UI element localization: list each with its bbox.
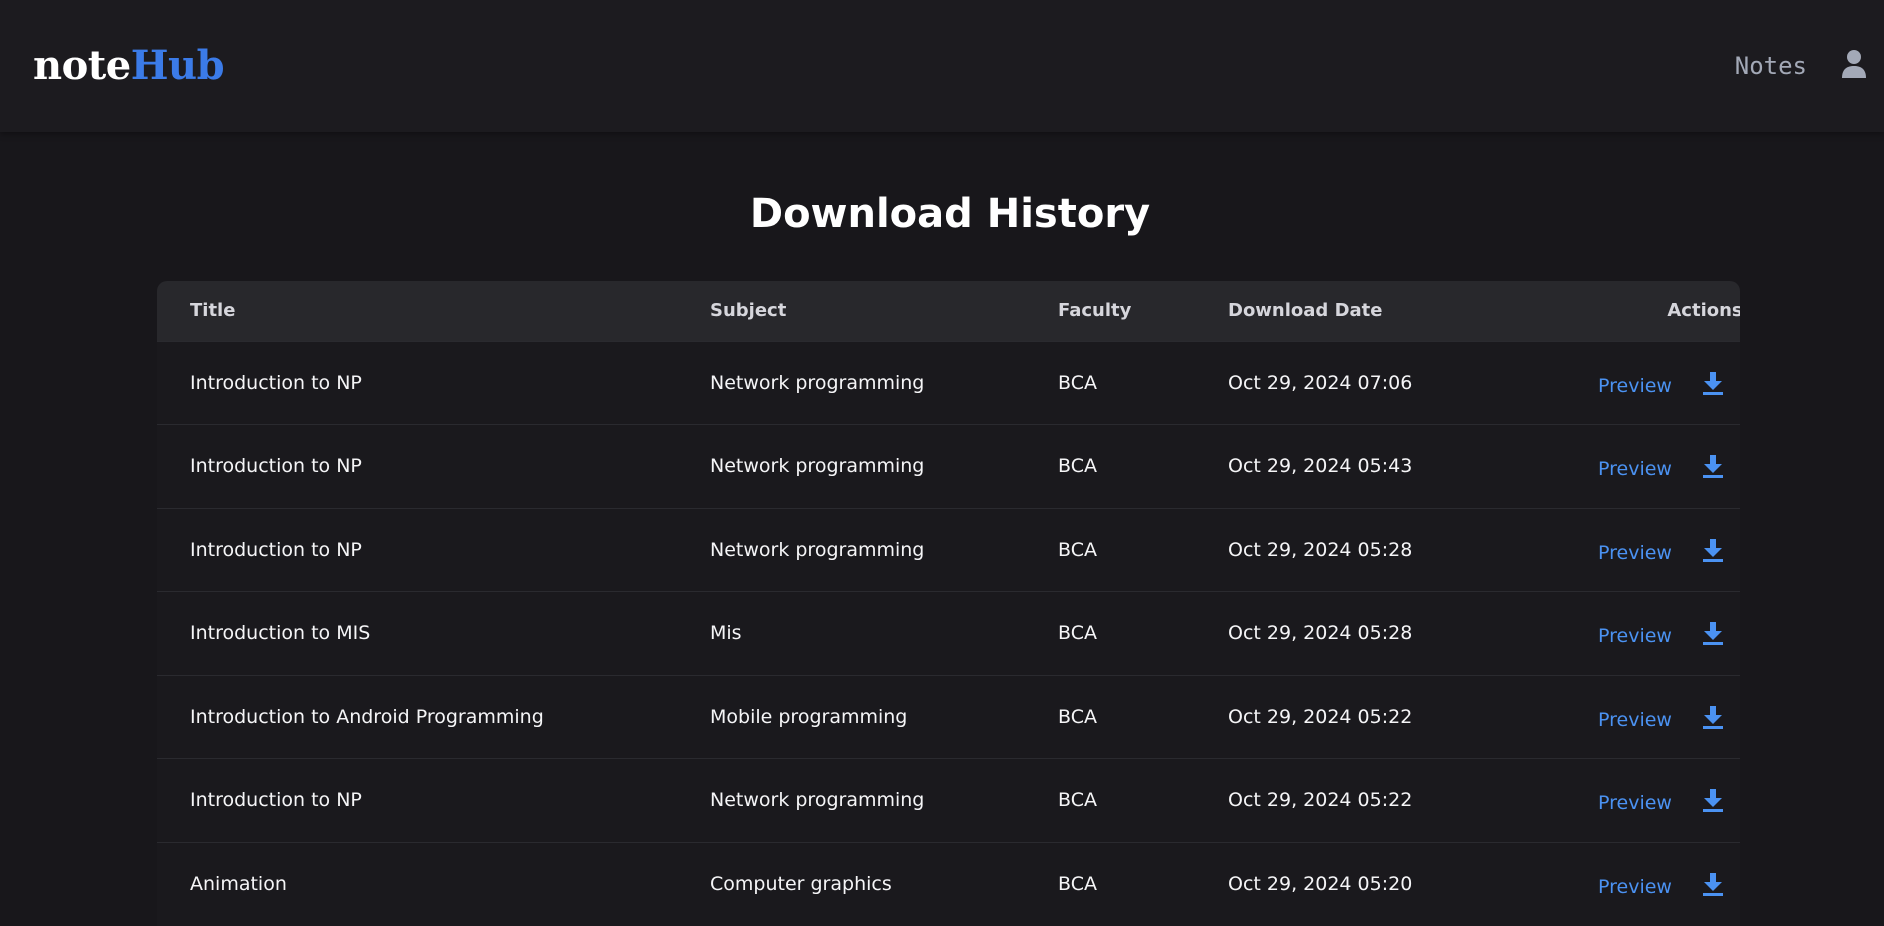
cell-faculty: BCA	[1058, 705, 1097, 728]
cell-title: Introduction to NP	[190, 455, 362, 478]
cell-title: Introduction to MIS	[190, 622, 371, 645]
preview-link[interactable]: Preview	[1598, 792, 1672, 814]
cell-actions: Preview	[1550, 341, 1740, 425]
table-row: Introduction to NP Network programming B…	[157, 758, 1740, 843]
cell-actions: Preview	[1550, 508, 1740, 592]
cell-subject: Mobile programming	[710, 705, 908, 728]
download-icon[interactable]	[1702, 538, 1724, 562]
cell-download-date: Oct 29, 2024 05:22	[1228, 789, 1413, 812]
cell-subject: Mis	[710, 622, 742, 645]
download-icon[interactable]	[1702, 621, 1724, 646]
cell-actions: Preview	[1550, 425, 1740, 509]
download-history-table: Title Subject Faculty Download Date Acti…	[157, 281, 1740, 926]
cell-download-date: Oct 29, 2024 05:28	[1228, 538, 1413, 561]
row-actions: Preview	[1550, 452, 1740, 480]
cell-faculty: BCA	[1058, 455, 1097, 478]
cell-download-date: Oct 29, 2024 07:06	[1228, 371, 1413, 394]
table-row: Animation Computer graphics BCA Oct 29, …	[157, 842, 1740, 926]
cell-faculty: BCA	[1058, 622, 1097, 645]
cell-download-date: Oct 29, 2024 05:20	[1228, 873, 1413, 895]
download-icon[interactable]	[1702, 454, 1724, 479]
column-header-title: Title	[190, 300, 236, 322]
cell-faculty: BCA	[1058, 371, 1097, 394]
cell-subject: Computer graphics	[710, 873, 892, 895]
download-icon[interactable]	[1702, 705, 1724, 729]
preview-link[interactable]: Preview	[1598, 375, 1672, 397]
logo-text-hub: Hub	[130, 42, 225, 89]
preview-link[interactable]: Preview	[1598, 458, 1672, 480]
logo-text-note: note	[33, 42, 131, 89]
cell-faculty: BCA	[1058, 873, 1097, 895]
preview-link[interactable]: Preview	[1598, 876, 1672, 898]
cell-subject: Network programming	[710, 789, 925, 812]
nav-notes-link[interactable]: Notes	[1735, 50, 1807, 82]
user-icon[interactable]	[1841, 49, 1867, 79]
table-row: Introduction to NP Network programming B…	[157, 341, 1740, 425]
column-header-subject: Subject	[710, 300, 787, 322]
cell-title: Introduction to Android Programming	[190, 705, 544, 728]
row-actions: Preview	[1550, 786, 1740, 814]
row-actions: Preview	[1550, 369, 1740, 397]
cell-subject: Network programming	[710, 371, 925, 394]
row-actions: Preview	[1550, 703, 1740, 731]
preview-link[interactable]: Preview	[1598, 625, 1672, 647]
cell-actions: Preview	[1550, 759, 1740, 843]
cell-faculty: BCA	[1058, 789, 1097, 812]
column-header-actions: Actions	[1550, 281, 1740, 341]
cell-title: Introduction to NP	[190, 789, 362, 812]
table-row: Introduction to MIS Mis BCA Oct 29, 2024…	[157, 591, 1740, 676]
cell-download-date: Oct 29, 2024 05:22	[1228, 705, 1413, 728]
cell-download-date: Oct 29, 2024 05:28	[1228, 622, 1413, 645]
cell-title: Introduction to NP	[190, 538, 362, 561]
download-icon[interactable]	[1702, 788, 1724, 813]
cell-title: Animation	[190, 873, 287, 895]
cell-actions: Preview	[1550, 675, 1740, 759]
row-actions: Preview	[1550, 536, 1740, 564]
brand-logo[interactable]: noteHub	[33, 42, 225, 90]
cell-actions: Preview	[1550, 842, 1740, 926]
download-icon[interactable]	[1702, 371, 1724, 395]
preview-link[interactable]: Preview	[1598, 542, 1672, 564]
cell-title: Introduction to NP	[190, 371, 362, 394]
page-title: Download History	[749, 191, 1151, 237]
cell-subject: Network programming	[710, 455, 925, 478]
cell-actions: Preview	[1550, 592, 1740, 676]
column-header-actions-label: Actions	[1667, 300, 1740, 322]
table-header-row: Title Subject Faculty Download Date Acti…	[157, 281, 1740, 341]
table-row: Introduction to NP Network programming B…	[157, 508, 1740, 592]
cell-faculty: BCA	[1058, 538, 1097, 561]
table-row: Introduction to Android Programming Mobi…	[157, 675, 1740, 759]
row-actions: Preview	[1550, 619, 1740, 647]
top-navbar: noteHub Notes	[0, 0, 1884, 132]
cell-download-date: Oct 29, 2024 05:43	[1228, 455, 1413, 478]
column-header-download-date: Download Date	[1228, 300, 1383, 322]
preview-link[interactable]: Preview	[1598, 709, 1672, 731]
cell-subject: Network programming	[710, 538, 925, 561]
column-header-faculty: Faculty	[1058, 300, 1132, 322]
download-icon[interactable]	[1702, 872, 1724, 896]
row-actions: Preview	[1550, 870, 1740, 898]
table-row: Introduction to NP Network programming B…	[157, 424, 1740, 509]
